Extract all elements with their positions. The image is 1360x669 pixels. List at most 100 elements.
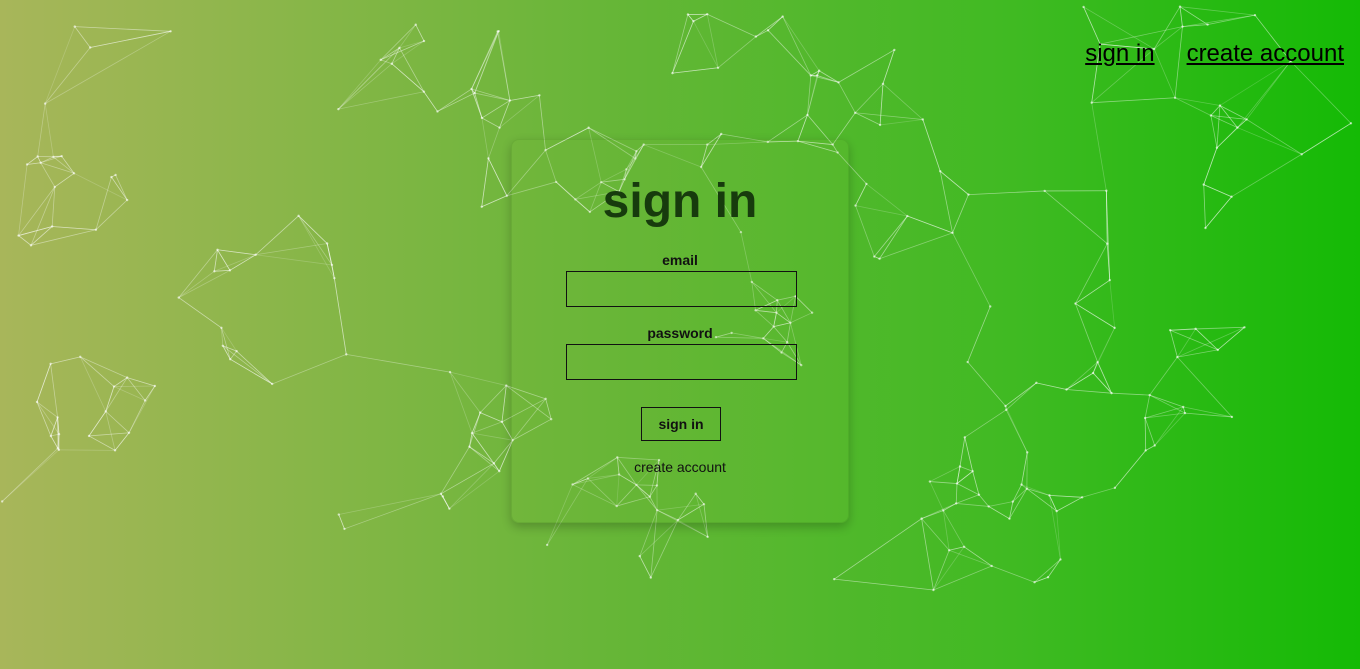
network-line	[58, 449, 116, 451]
network-node	[1020, 483, 1023, 486]
network-line	[767, 16, 783, 31]
network-line	[1210, 115, 1218, 148]
nav-create-account-link[interactable]: create account	[1187, 40, 1344, 68]
network-line	[1203, 147, 1218, 185]
network-line	[501, 385, 507, 422]
network-line	[54, 172, 75, 188]
network-line	[639, 555, 652, 578]
nav-sign-in-link[interactable]: sign in	[1085, 40, 1154, 68]
network-node	[221, 344, 225, 348]
network-line	[230, 358, 273, 385]
network-node	[958, 465, 962, 468]
network-node	[1153, 444, 1156, 447]
network-node	[1106, 242, 1109, 245]
network-node	[1143, 416, 1147, 420]
network-line	[755, 29, 769, 37]
network-node	[1182, 405, 1185, 409]
network-node	[229, 358, 232, 361]
network-line	[178, 269, 231, 298]
network-node	[39, 161, 42, 164]
network-node	[94, 228, 98, 231]
network-node	[125, 198, 129, 202]
network-line	[222, 345, 231, 360]
network-node	[379, 58, 382, 62]
network-line	[1149, 394, 1186, 414]
network-line	[481, 158, 489, 207]
network-line	[50, 363, 58, 418]
network-node	[498, 126, 501, 129]
network-line	[437, 88, 472, 112]
network-node	[716, 66, 720, 69]
network-line	[1114, 450, 1147, 489]
network-line	[1149, 356, 1178, 396]
email-input[interactable]	[566, 271, 797, 307]
network-node	[1245, 118, 1248, 121]
network-line	[255, 254, 333, 266]
network-line	[672, 67, 719, 74]
network-line	[855, 112, 923, 120]
sign-in-button[interactable]: sign in	[641, 407, 721, 441]
network-line	[471, 31, 500, 90]
network-node	[53, 185, 56, 189]
network-node	[1005, 408, 1008, 412]
network-line	[391, 63, 425, 93]
network-node	[962, 545, 966, 548]
network-line	[18, 164, 28, 236]
network-line	[380, 24, 417, 61]
network-line	[44, 103, 54, 157]
network-node	[345, 353, 348, 356]
network-line	[1290, 60, 1352, 124]
network-node	[87, 434, 91, 438]
network-line	[298, 215, 328, 244]
network-line	[1005, 382, 1037, 411]
network-line	[222, 345, 273, 385]
network-node	[480, 116, 484, 120]
network-node	[0, 500, 4, 503]
network-line	[30, 229, 97, 246]
network-line	[1203, 184, 1232, 198]
network-node	[1105, 189, 1108, 192]
network-node	[57, 448, 61, 452]
network-node	[1178, 5, 1182, 8]
network-node	[1026, 451, 1029, 454]
create-account-link[interactable]: create account	[512, 459, 848, 475]
network-node	[989, 305, 992, 308]
network-line	[229, 254, 256, 271]
network-node	[505, 384, 508, 387]
network-node	[932, 588, 935, 592]
network-node	[1008, 517, 1011, 520]
network-node	[987, 505, 990, 508]
network-line	[1034, 576, 1049, 583]
network-node	[990, 564, 993, 568]
network-line	[782, 16, 812, 76]
email-label: email	[662, 252, 698, 268]
network-line	[1169, 330, 1178, 358]
network-line	[1075, 279, 1110, 304]
network-node	[422, 90, 426, 93]
network-line	[952, 232, 991, 307]
password-input[interactable]	[566, 344, 797, 380]
network-line	[1075, 243, 1108, 304]
network-line	[1012, 484, 1022, 502]
network-node	[942, 509, 945, 512]
network-node	[1168, 329, 1172, 332]
network-node	[270, 382, 274, 386]
network-node	[497, 29, 500, 33]
network-line	[1012, 488, 1028, 502]
network-line	[481, 117, 489, 159]
network-node	[398, 46, 401, 50]
network-line	[236, 350, 273, 385]
network-node	[878, 123, 882, 127]
network-line	[838, 82, 856, 113]
network-line	[298, 215, 333, 266]
network-node	[60, 154, 63, 158]
network-line	[1109, 280, 1116, 328]
network-node	[766, 29, 770, 32]
network-line	[1145, 412, 1186, 419]
network-node	[963, 436, 967, 439]
network-line	[88, 411, 107, 437]
network-line	[1154, 412, 1186, 446]
network-node	[954, 502, 958, 505]
network-line	[488, 158, 508, 196]
network-node	[1300, 153, 1303, 156]
